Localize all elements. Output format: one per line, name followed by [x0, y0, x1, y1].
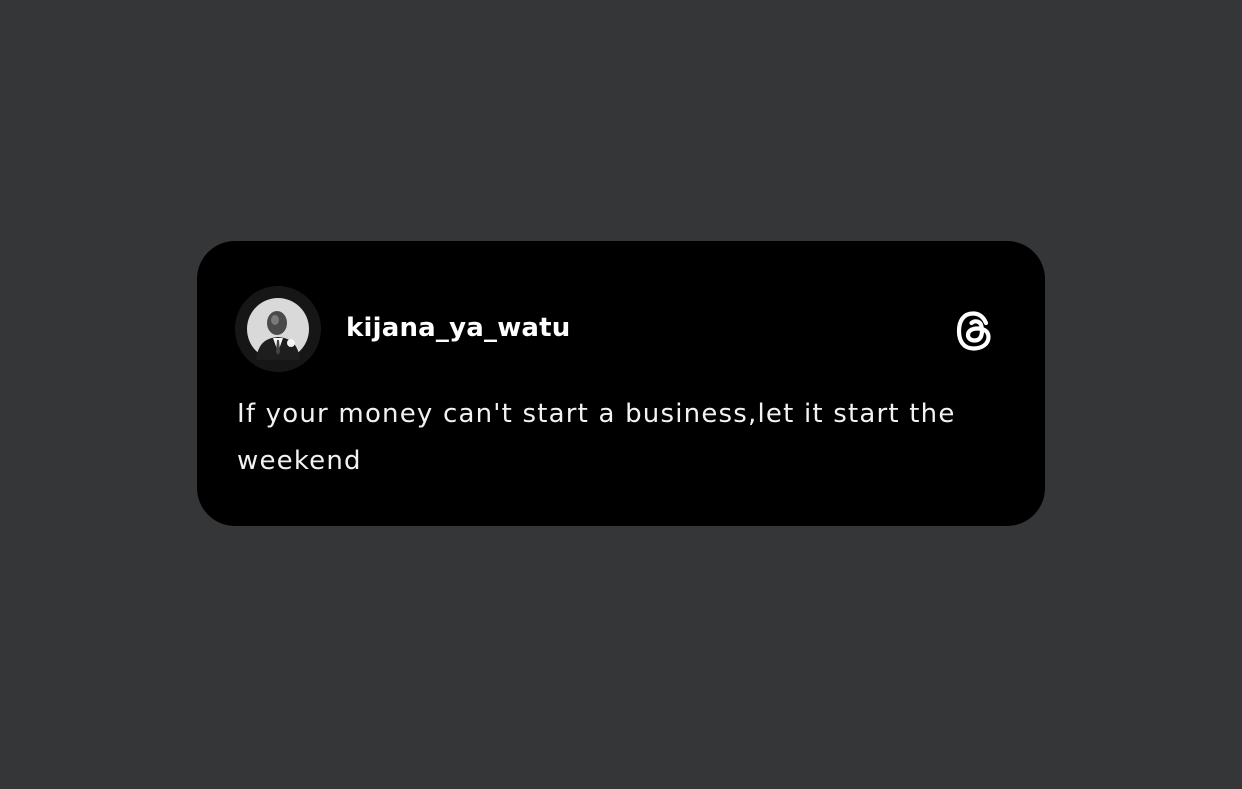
avatar-photo: [235, 286, 321, 372]
threads-post-card: kijana_ya_watu If your money can't start…: [197, 241, 1045, 526]
username[interactable]: kijana_ya_watu: [346, 311, 571, 345]
threads-logo-icon[interactable]: [952, 307, 1000, 355]
avatar[interactable]: [235, 286, 321, 372]
post-text: If your money can't start a business,let…: [237, 399, 956, 476]
